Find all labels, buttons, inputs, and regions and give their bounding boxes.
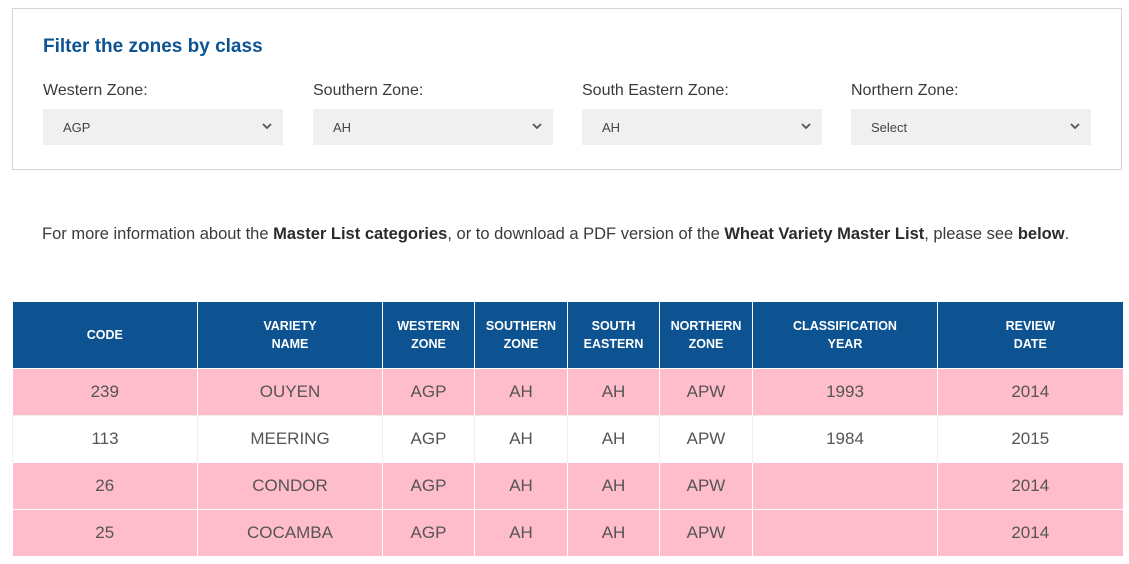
cell-code: 25 <box>12 508 198 556</box>
cell-code: 26 <box>12 461 198 509</box>
southern-zone-filter: Southern Zone: AH <box>313 81 553 145</box>
wheat-variety-master-list-text: Wheat Variety Master List <box>724 225 925 243</box>
cell-northern-zone: APW <box>659 508 753 556</box>
info-text-part: For more information about the <box>42 225 274 243</box>
cell-review-date: 2014 <box>937 367 1123 415</box>
cell-review-date: 2015 <box>937 414 1123 462</box>
cell-classification-year <box>752 508 938 556</box>
column-header-south-eastern: SOUTH EASTERN <box>567 302 660 368</box>
western-zone-label: Western Zone: <box>43 82 148 99</box>
western-zone-selected-value: AGP <box>63 120 91 135</box>
cell-review-date: 2014 <box>937 508 1123 556</box>
info-text-part: , or to download a PDF version of the <box>447 225 725 243</box>
cell-code: 113 <box>12 414 198 462</box>
master-list-categories-text: Master List categories <box>273 225 448 243</box>
info-text-part: . <box>1064 225 1070 243</box>
below-text: below <box>1017 225 1065 243</box>
cell-classification-year: 1993 <box>752 367 938 415</box>
northern-zone-filter: Northern Zone: Select <box>851 81 1091 145</box>
cell-southern-zone: AH <box>474 508 568 556</box>
chevron-down-icon <box>532 123 542 130</box>
cell-southern-zone: AH <box>474 414 568 462</box>
northern-zone-label: Northern Zone: <box>851 82 959 99</box>
column-header-southern-zone: SOUTHERN ZONE <box>474 302 568 368</box>
chevron-down-icon <box>801 123 811 130</box>
column-header-review-date: REVIEW DATE <box>937 302 1123 368</box>
column-header-northern-zone: NORTHERN ZONE <box>659 302 753 368</box>
cell-western-zone: AGP <box>382 367 475 415</box>
northern-zone-selected-value: Select <box>871 120 908 135</box>
table-row: 113 MEERING AGP AH AH APW 1984 2015 <box>12 414 1123 462</box>
cell-classification-year: 1984 <box>752 414 938 462</box>
south-eastern-zone-selected-value: AH <box>602 120 621 135</box>
southern-zone-label: Southern Zone: <box>313 82 424 99</box>
cell-south-eastern: AH <box>567 461 660 509</box>
western-zone-select[interactable]: AGP <box>43 109 283 145</box>
chevron-down-icon <box>262 123 272 130</box>
cell-northern-zone: APW <box>659 414 753 462</box>
column-header-classification-year: CLASSIFICATION YEAR <box>752 302 938 368</box>
table-header-row: CODE VARIETY NAME WESTERN ZONE SOUTHERN ZON… <box>12 302 1123 368</box>
cell-western-zone: AGP <box>382 414 475 462</box>
western-zone-filter: Western Zone: AGP <box>43 81 283 145</box>
cell-south-eastern: AH <box>567 367 660 415</box>
cell-variety-name: COCAMBA <box>197 508 383 556</box>
southern-zone-selected-value: AH <box>333 120 352 135</box>
wheat-variety-table: CODE VARIETY NAME WESTERN ZONE SOUTHERN ZON… <box>12 302 1123 556</box>
master-list-info-text: For more information about the Master Li… <box>42 221 1072 247</box>
table-row: 25 COCAMBA AGP AH AH APW 2014 <box>12 508 1123 556</box>
column-header-code: CODE <box>12 302 198 368</box>
south-eastern-zone-select[interactable]: AH <box>582 109 822 145</box>
south-eastern-zone-label: South Eastern Zone: <box>582 82 729 99</box>
column-header-variety-name: VARIETY NAME <box>197 302 383 368</box>
table-row: 239 OUYEN AGP AH AH APW 1993 2014 <box>12 367 1123 415</box>
cell-southern-zone: AH <box>474 461 568 509</box>
cell-south-eastern: AH <box>567 508 660 556</box>
cell-variety-name: OUYEN <box>197 367 383 415</box>
cell-northern-zone: APW <box>659 461 753 509</box>
cell-western-zone: AGP <box>382 461 475 509</box>
info-text-part: , please see <box>924 225 1018 243</box>
cell-south-eastern: AH <box>567 414 660 462</box>
cell-southern-zone: AH <box>474 367 568 415</box>
cell-western-zone: AGP <box>382 508 475 556</box>
southern-zone-select[interactable]: AH <box>313 109 553 145</box>
northern-zone-select[interactable]: Select <box>851 109 1091 145</box>
cell-northern-zone: APW <box>659 367 753 415</box>
south-eastern-zone-filter: South Eastern Zone: AH <box>582 81 822 145</box>
table-row: 26 CONDOR AGP AH AH APW 2014 <box>12 461 1123 509</box>
cell-classification-year <box>752 461 938 509</box>
cell-variety-name: MEERING <box>197 414 383 462</box>
cell-code: 239 <box>12 367 198 415</box>
column-header-western-zone: WESTERN ZONE <box>382 302 475 368</box>
cell-variety-name: CONDOR <box>197 461 383 509</box>
chevron-down-icon <box>1070 123 1080 130</box>
cell-review-date: 2014 <box>937 461 1123 509</box>
zone-filter-panel: Filter the zones by class Western Zone: … <box>12 8 1122 170</box>
filter-title: Filter the zones by class <box>43 36 263 57</box>
